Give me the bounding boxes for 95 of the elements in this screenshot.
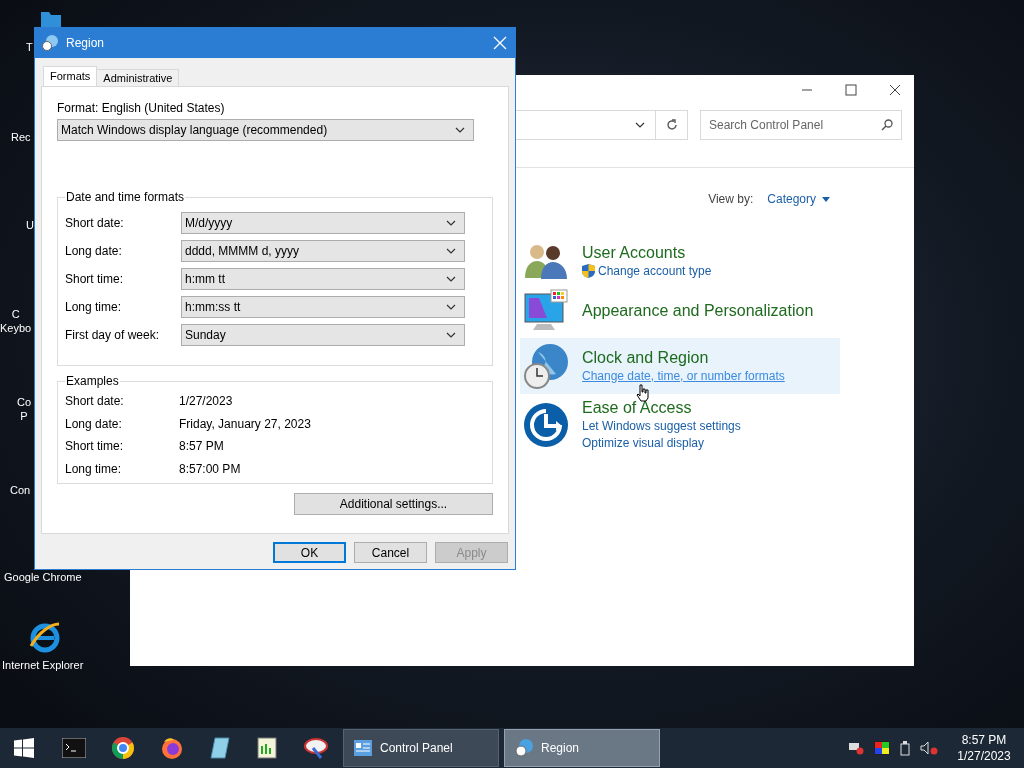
additional-settings-button[interactable]: Additional settings... <box>294 493 493 515</box>
dropdown[interactable]: Sunday <box>181 324 465 346</box>
category-item[interactable]: Appearance and Personalization <box>520 284 840 338</box>
field-label: Short time: <box>65 271 125 288</box>
category-link[interactable]: Optimize visual display <box>582 435 741 452</box>
desktop-icon-label[interactable]: T <box>26 40 33 54</box>
field-label: First day of week: <box>65 327 161 344</box>
category-item[interactable]: Clock and Region Change date, time, or number formats <box>520 338 840 394</box>
accessibility-icon <box>523 402 569 448</box>
usb-drive-icon[interactable] <box>900 740 910 756</box>
example-value: Friday, January 27, 2023 <box>179 415 311 433</box>
dropdown-value: h:mm:ss tt <box>185 299 241 316</box>
dropdown-value: Match Windows display language (recommended) <box>61 122 328 139</box>
search-icon <box>881 119 893 131</box>
control-panel-icon <box>354 740 372 756</box>
group-title: Date and time formats <box>65 189 186 206</box>
caret-icon <box>822 196 830 202</box>
category-link[interactable]: Change account type <box>582 262 712 280</box>
chevron-down-icon <box>446 276 456 282</box>
terminal-icon[interactable] <box>62 738 86 758</box>
group-title: Examples <box>65 373 120 390</box>
dropdown[interactable]: M/d/yyyy <box>181 212 465 234</box>
desktop-icon-label[interactable]: U <box>26 218 34 232</box>
paint-icon[interactable] <box>303 736 329 760</box>
dialog-button[interactable]: OK <box>273 542 346 563</box>
search-field[interactable]: Search Control Panel <box>700 110 902 140</box>
example-value: 1/27/2023 <box>179 393 233 411</box>
example-value: 8:57 PM <box>179 438 224 456</box>
category-title[interactable]: User Accounts <box>582 242 712 263</box>
dialog-button[interactable]: Cancel <box>354 542 427 563</box>
category-title[interactable]: Ease of Access <box>582 398 741 418</box>
chevron-down-icon <box>446 248 456 254</box>
dropdown-value: Sunday <box>185 327 226 344</box>
chart-document-icon[interactable] <box>256 736 278 760</box>
people-icon <box>523 242 569 280</box>
example-label: Long date: <box>65 415 123 433</box>
speaker-muted-icon[interactable] <box>920 741 938 755</box>
example-label: Short date: <box>65 393 125 411</box>
dropdown[interactable]: h:mm tt <box>181 268 465 290</box>
field-label: Short date: <box>65 215 125 232</box>
window-title: Region <box>66 35 106 52</box>
clock-date[interactable]: 1/27/2023 <box>957 748 1011 764</box>
desktop-icon-label[interactable]: Rec <box>11 130 31 144</box>
network-disconnected-icon[interactable] <box>848 741 864 755</box>
chevron-down-icon <box>635 122 645 128</box>
dropdown[interactable]: dddd, MMMM d, yyyy <box>181 240 465 262</box>
field-label: Long time: <box>65 299 123 316</box>
search-placeholder: Search Control Panel <box>709 117 824 134</box>
chevron-down-icon <box>455 127 465 133</box>
globe-icon <box>28 620 62 654</box>
view-by-label: View by: <box>708 191 754 208</box>
dropdown-value: dddd, MMMM d, yyyy <box>185 243 300 260</box>
dropdown[interactable]: Match Windows display language (recommended) <box>57 119 474 141</box>
category-item[interactable]: Ease of Access Let Windows suggest settings Optimize visual display <box>520 394 840 456</box>
taskbar-window-label: Control Panel <box>380 740 453 757</box>
notepad-icon[interactable] <box>209 736 231 760</box>
category-link[interactable]: Let Windows suggest settings <box>582 418 741 435</box>
refresh-button[interactable] <box>656 110 688 140</box>
taskbar-window-label: Region <box>541 740 580 757</box>
chevron-down-icon <box>446 332 456 338</box>
category-title[interactable]: Appearance and Personalization <box>582 301 814 321</box>
tab[interactable]: Formats <box>43 66 98 86</box>
taskbar-window-button[interactable]: Control Panel <box>343 729 499 767</box>
color-display-icon[interactable] <box>874 741 890 755</box>
desktop-icon-label[interactable]: Co P <box>17 395 32 423</box>
globe-clock-icon <box>515 739 533 757</box>
desktop-icon-label[interactable]: C Keybo <box>0 307 32 335</box>
firefox-icon[interactable] <box>160 736 184 760</box>
desktop-icon-label[interactable]: Google Chrome <box>4 570 82 584</box>
hand-pointer-icon <box>636 384 650 402</box>
tab[interactable]: Administrative <box>96 69 180 86</box>
example-label: Short time: <box>65 438 125 456</box>
example-label: Long time: <box>65 460 123 478</box>
chevron-down-icon <box>446 304 456 310</box>
category-title[interactable]: Clock and Region <box>582 347 785 368</box>
close-icon[interactable] <box>493 36 507 50</box>
taskbar-window-button[interactable]: Region <box>504 729 660 767</box>
shield-icon <box>582 264 595 278</box>
dropdown[interactable]: h:mm:ss tt <box>181 296 465 318</box>
format-label: Format: English (United States) <box>57 101 226 116</box>
field-label: Long date: <box>65 243 123 260</box>
dropdown-value: M/d/yyyy <box>185 215 233 232</box>
view-by-dropdown[interactable]: Category <box>767 190 830 208</box>
globe-clock-icon <box>42 35 58 51</box>
windows-logo-icon[interactable] <box>14 738 34 758</box>
category-item[interactable]: User Accounts Change account type <box>520 238 840 284</box>
desktop-icon-label[interactable]: Internet Explorer <box>2 658 84 672</box>
example-value: 8:57:00 PM <box>179 460 241 478</box>
dropdown-value: h:mm tt <box>185 271 225 288</box>
refresh-icon <box>665 119 678 131</box>
desktop-icon-label[interactable]: Con <box>10 483 31 497</box>
clock-time[interactable]: 8:57 PM <box>961 732 1007 748</box>
chrome-icon[interactable] <box>111 736 135 760</box>
globe-clock-icon <box>522 342 570 390</box>
chevron-down-icon <box>446 220 456 226</box>
